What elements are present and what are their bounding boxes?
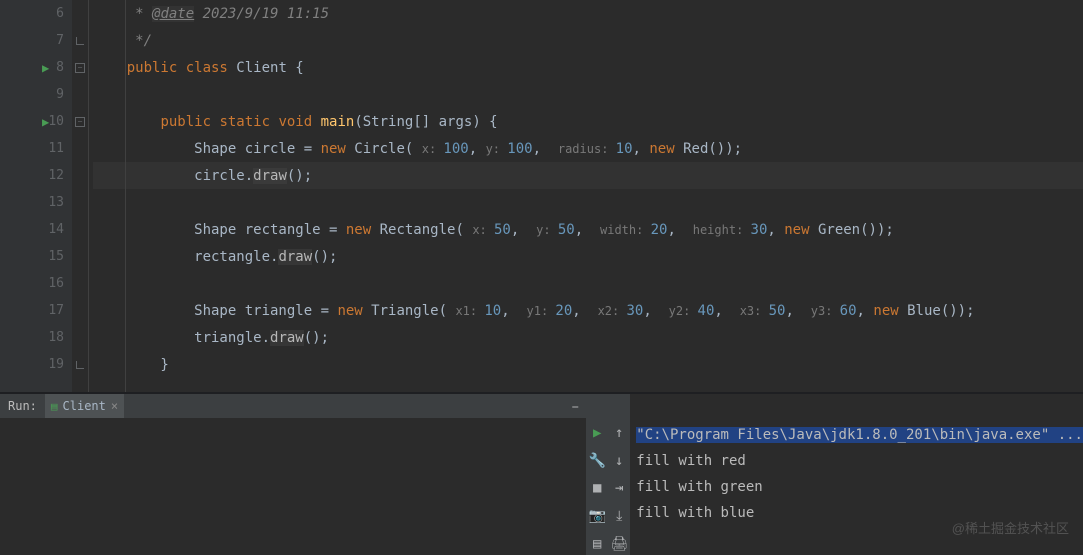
fold-marker [72,297,88,324]
down-arrow-icon[interactable]: ↓ [608,450,630,472]
fold-marker [72,135,88,162]
line-number: 16 [0,270,72,297]
code-line[interactable]: */ [93,27,1083,54]
fold-marker [72,216,88,243]
code-line[interactable] [93,81,1083,108]
code-line[interactable]: Shape triangle = new Triangle( x1: 10, y… [93,297,1083,324]
code-line[interactable]: Shape rectangle = new Rectangle( x: 50, … [93,216,1083,243]
run-toolbar-right: ↑ ↓ ⇥ ⤓ 🖨 [608,394,630,555]
line-number: 7 [0,27,72,54]
run-panel-header: Run: ▤ Client × ⎯ [0,394,586,418]
code-line[interactable]: public static void main(String[] args) { [93,108,1083,135]
camera-icon[interactable]: 📷 [586,505,608,527]
run-gutter-icon[interactable]: ▶ [42,61,49,75]
console-line: "C:\Program Files\Java\jdk1.8.0_201\bin\… [636,422,1083,448]
line-number: 14 [0,216,72,243]
code-line[interactable] [93,270,1083,297]
fold-marker[interactable] [72,27,88,54]
fold-column: −− [72,0,88,392]
line-number: 18 [0,324,72,351]
console-line: fill with green [636,474,1083,500]
watermark: @稀土掘金技术社区 [952,518,1069,537]
fold-marker [72,189,88,216]
fold-marker [72,243,88,270]
code-line[interactable]: } [93,351,1083,378]
run-toolbar-left: ▶ 🔧 ■ 📷 ▤ [586,394,608,555]
code-line[interactable]: circle.draw(); [93,162,1083,189]
console-line: fill with red [636,448,1083,474]
fold-marker [72,270,88,297]
line-number: 6 [0,0,72,27]
soft-wrap-icon[interactable]: ⇥ [608,478,630,500]
fold-marker[interactable]: − [72,54,88,81]
up-arrow-icon[interactable]: ↑ [608,422,630,444]
run-panel: Run: ▤ Client × ⎯ ▶ 🔧 ■ 📷 ▤ ↑ ↓ ⇥ ⤓ 🖨 "C… [0,392,1083,555]
line-number: 15 [0,243,72,270]
wrench-icon[interactable]: 🔧 [586,450,608,472]
code-line[interactable]: Shape circle = new Circle( x: 100, y: 10… [93,135,1083,162]
line-number: 17 [0,297,72,324]
print-icon[interactable]: 🖨 [608,533,630,555]
line-number: 10▶ [0,108,72,135]
code-editor[interactable]: 678▶910▶111213141516171819 −− * @date 20… [0,0,1083,392]
gutter: 678▶910▶111213141516171819 [0,0,72,392]
fold-marker[interactable]: − [72,108,88,135]
run-tab-label: Client [63,399,106,413]
fold-marker [72,162,88,189]
layout-icon[interactable]: ▤ [586,533,608,555]
run-tab-client[interactable]: ▤ Client × [45,394,124,418]
line-number: 11 [0,135,72,162]
code-line[interactable] [93,189,1083,216]
indent-guide [125,0,126,392]
code-line[interactable]: * @date 2023/9/19 11:15 [93,0,1083,27]
line-number: 12 [0,162,72,189]
code-area[interactable]: * @date 2023/9/19 11:15 */ public class … [88,0,1083,392]
code-line[interactable]: triangle.draw(); [93,324,1083,351]
run-gutter-icon[interactable]: ▶ [42,115,49,129]
fold-marker [72,324,88,351]
hide-panel-icon[interactable]: ⎯ [572,399,578,414]
close-icon[interactable]: × [111,399,118,413]
line-number: 13 [0,189,72,216]
run-config-icon: ▤ [51,400,58,413]
scroll-end-icon[interactable]: ⤓ [608,505,630,527]
code-line[interactable]: public class Client { [93,54,1083,81]
code-line[interactable]: rectangle.draw(); [93,243,1083,270]
stop-button[interactable]: ■ [586,478,608,500]
rerun-button[interactable]: ▶ [586,422,608,444]
fold-marker[interactable] [72,351,88,378]
line-number: 19 [0,351,72,378]
line-number: 8▶ [0,54,72,81]
run-label: Run: [0,399,45,413]
line-number: 9 [0,81,72,108]
fold-marker [72,81,88,108]
fold-marker [72,0,88,27]
